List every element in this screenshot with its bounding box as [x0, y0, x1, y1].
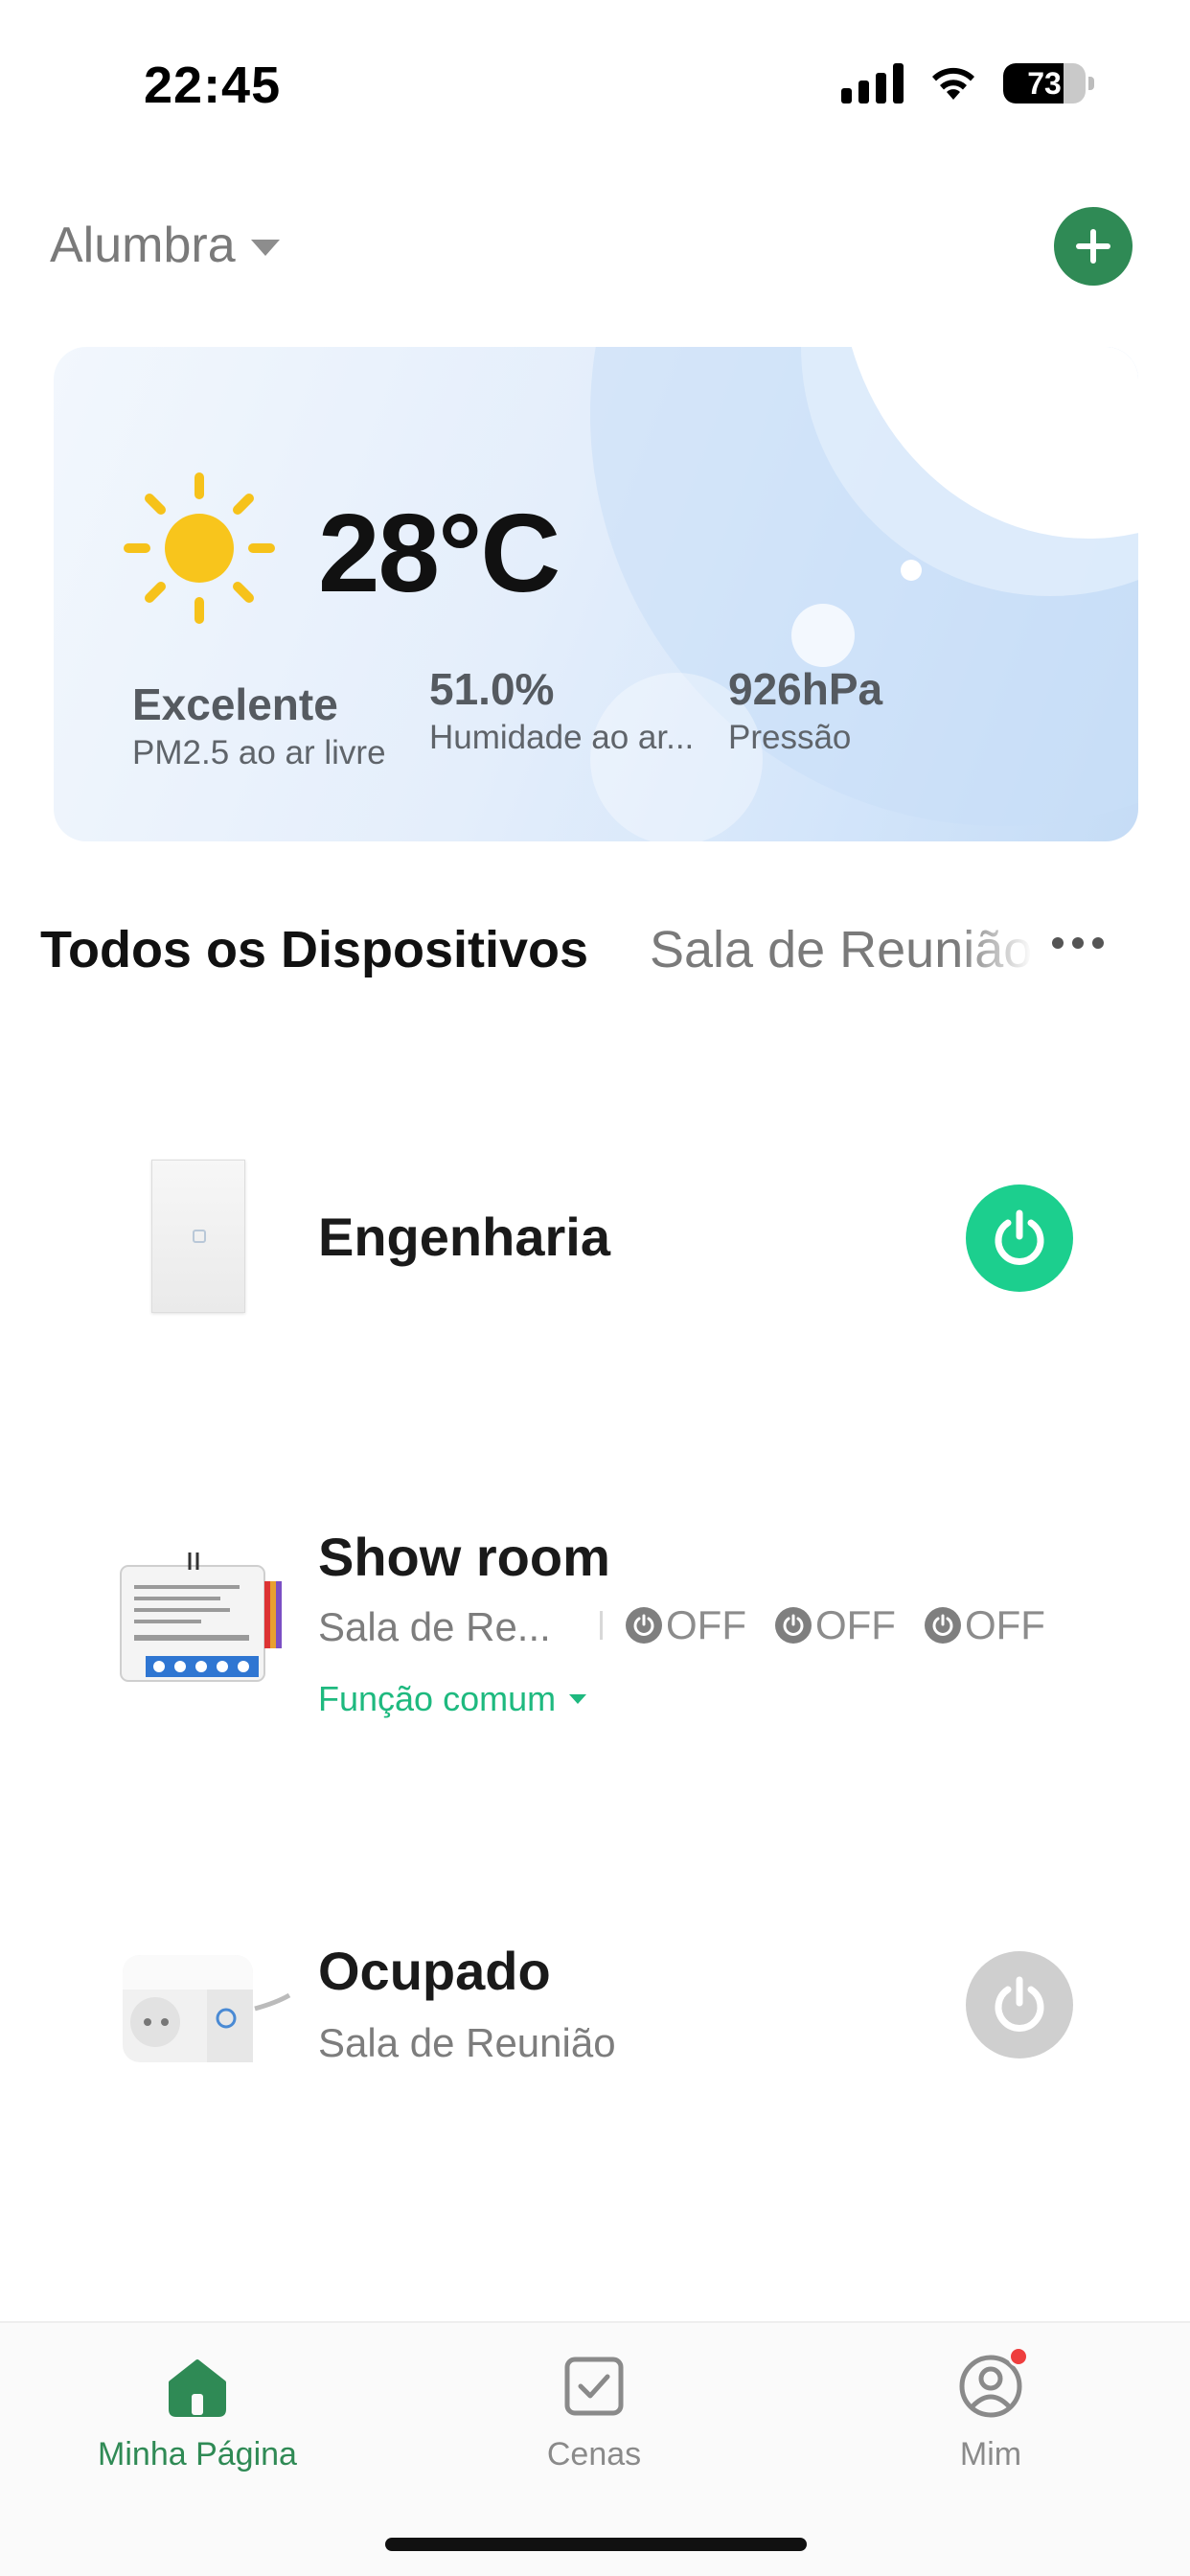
- weather-card[interactable]: 28°C Excelente PM2.5 ao ar livre 51.0% H…: [54, 347, 1138, 841]
- plus-icon: [1076, 229, 1110, 264]
- room-tabs: Todos os Dispositivos Sala de Reunião: [0, 910, 1190, 997]
- nav-home[interactable]: Minha Página: [54, 2352, 341, 2473]
- tab-sala-de-reuniao[interactable]: Sala de Reunião: [650, 920, 1033, 979]
- more-dots-icon[interactable]: [1052, 937, 1104, 949]
- pressure-value: 926hPa: [728, 664, 883, 714]
- nav-me-label: Mim: [959, 2436, 1022, 2472]
- caret-down-icon: [250, 239, 280, 256]
- air-quality-value: Excelente: [132, 679, 338, 729]
- device-name: Engenharia: [318, 1207, 610, 1267]
- power-icon: [774, 1607, 812, 1644]
- home-name: Alumbra: [50, 218, 236, 273]
- battery-icon: 73: [1003, 63, 1094, 104]
- profile-icon: [956, 2346, 1029, 2421]
- checkbox-icon: [564, 2357, 624, 2416]
- humidity-label: Humidade ao ar...: [429, 719, 695, 756]
- pressure-stat: 926hPa Pressão: [728, 663, 882, 757]
- channel-1-toggle[interactable]: OFF: [626, 1602, 746, 1648]
- nav-home-label: Minha Página: [98, 2436, 297, 2472]
- power-icon: [995, 1209, 1044, 1265]
- tab-all-devices[interactable]: Todos os Dispositivos: [40, 920, 588, 979]
- card-decoration: [791, 604, 855, 667]
- channel-3-state: OFF: [964, 1602, 1045, 1647]
- power-button[interactable]: [966, 1184, 1073, 1292]
- divider: [600, 1611, 603, 1640]
- add-device-button[interactable]: [1054, 207, 1133, 286]
- device-card[interactable]: Engenharia: [0, 1102, 1190, 1370]
- air-quality-label: PM2.5 ao ar livre: [132, 734, 386, 771]
- device-name: Ocupado: [318, 1941, 551, 2001]
- pressure-label: Pressão: [728, 719, 852, 756]
- status-icons: 73: [841, 63, 1094, 104]
- common-function-dropdown[interactable]: Função comum: [318, 1679, 587, 1719]
- wifi-icon: [932, 67, 974, 100]
- caret-down-icon: [569, 1694, 587, 1704]
- sun-icon: [124, 472, 275, 624]
- device-card[interactable]: Ocupado Sala de Reunião: [0, 1917, 1190, 2108]
- air-quality-stat: Excelente PM2.5 ao ar livre: [132, 678, 386, 772]
- home-selector[interactable]: Alumbra: [50, 217, 280, 274]
- battery-level: 73: [1027, 66, 1062, 101]
- power-icon: [626, 1607, 662, 1644]
- status-time: 22:45: [144, 57, 282, 114]
- power-icon: [995, 1976, 1044, 2032]
- channel-1-state: OFF: [666, 1602, 746, 1647]
- channel-2-state: OFF: [814, 1602, 896, 1647]
- power-icon: [924, 1607, 961, 1644]
- common-function-label: Função comum: [318, 1679, 557, 1718]
- notification-badge: [1008, 2346, 1029, 2367]
- humidity-stat: 51.0% Humidade ao ar...: [429, 663, 694, 757]
- nav-me[interactable]: Mim: [847, 2346, 1134, 2473]
- device-name: Show room: [318, 1527, 610, 1587]
- channel-2-toggle[interactable]: OFF: [774, 1602, 896, 1648]
- battery-cap: [1088, 77, 1094, 90]
- home-icon: [169, 2359, 226, 2417]
- nav-scenes-label: Cenas: [546, 2436, 642, 2472]
- signal-icon: [841, 63, 904, 104]
- channel-switches: OFF OFF OFF: [586, 1602, 1074, 1648]
- card-decoration: [901, 560, 922, 581]
- nav-scenes[interactable]: Cenas: [450, 2352, 738, 2473]
- channel-3-toggle[interactable]: OFF: [924, 1602, 1045, 1648]
- status-bar: 22:45 73: [0, 0, 1190, 144]
- home-indicator: [385, 2538, 807, 2551]
- temperature: 28°C: [318, 491, 561, 615]
- battery-body: 73: [1003, 63, 1086, 104]
- device-room: Sala de Re...: [318, 1604, 551, 1649]
- humidity-value: 51.0%: [429, 664, 555, 714]
- device-room: Sala de Reunião: [318, 2020, 616, 2065]
- header: Alumbra: [0, 192, 1190, 297]
- power-button[interactable]: [966, 1951, 1073, 2058]
